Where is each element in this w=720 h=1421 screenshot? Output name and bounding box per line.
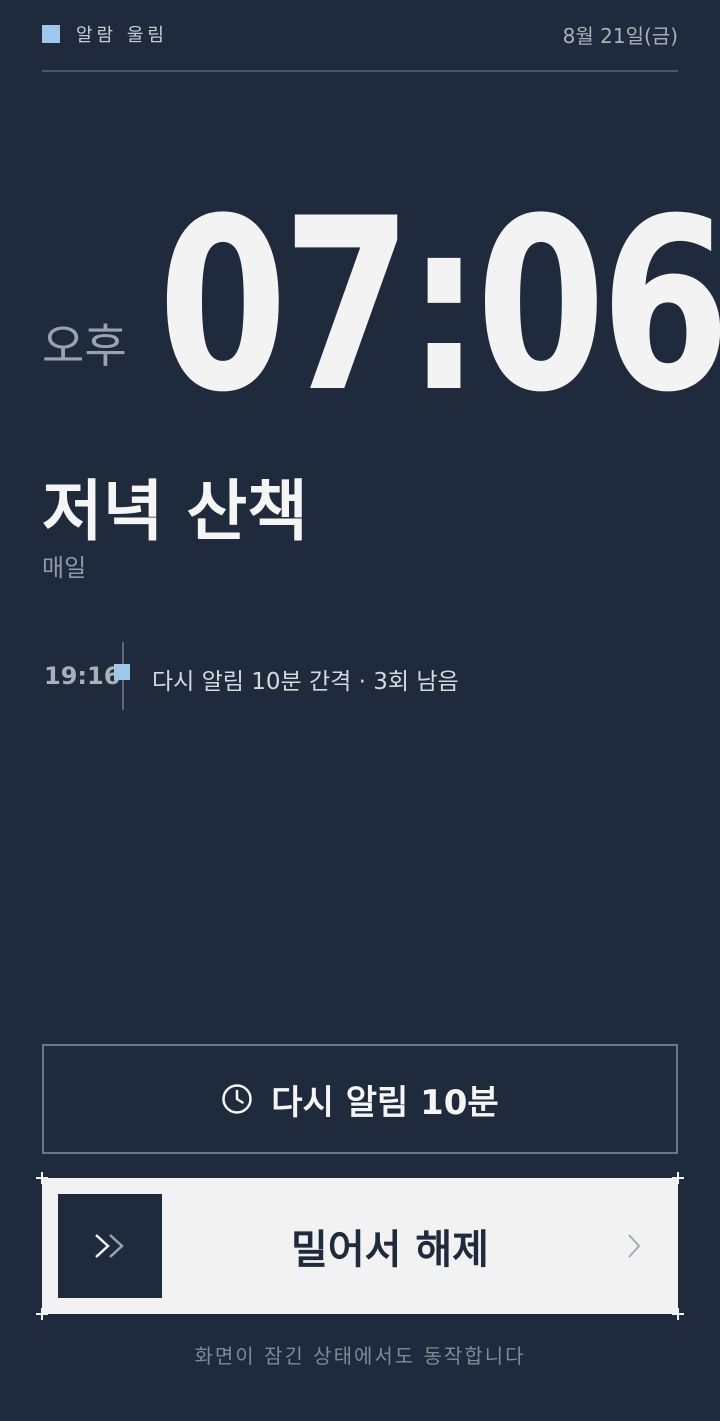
corner-mark bbox=[672, 1308, 684, 1320]
clock-icon bbox=[222, 1084, 253, 1114]
alarm-repeat: 매일 bbox=[42, 554, 87, 582]
alarm-title: 저녁 산책 bbox=[42, 473, 308, 550]
snooze-button[interactable]: 다시 알림 10분 bbox=[42, 1044, 678, 1154]
snooze-info: 19:16 다시 알림 10분 간격 · 3회 남음 bbox=[42, 642, 682, 710]
status-left: 알람 울림 bbox=[42, 21, 168, 47]
header-divider bbox=[42, 70, 678, 72]
status-bar: 알람 울림 8월 21일(금) bbox=[42, 20, 678, 48]
corner-mark bbox=[36, 1172, 48, 1184]
slide-label: 밀어서 해제 bbox=[291, 1227, 489, 1273]
slide-to-dismiss[interactable]: 밀어서 해제 bbox=[36, 1172, 684, 1320]
snooze-info-text: 다시 알림 10분 간격 · 3회 남음 bbox=[152, 669, 459, 695]
footer-note: 화면이 잠긴 상태에서도 동작합니다 bbox=[194, 1344, 526, 1368]
status-date: 8월 21일(금) bbox=[562, 23, 678, 48]
snooze-time: 19:16 bbox=[44, 662, 121, 690]
snooze-button-label: 다시 알림 10분 bbox=[271, 1082, 499, 1123]
slide-handle[interactable] bbox=[58, 1194, 162, 1298]
status-label: 알람 울림 bbox=[76, 25, 168, 46]
chevron-right-icon bbox=[628, 1234, 641, 1258]
timeline-marker bbox=[114, 664, 130, 680]
ampm-label: 오후 bbox=[42, 319, 127, 373]
clock-time: 07:06 bbox=[158, 168, 720, 445]
corner-mark bbox=[672, 1172, 684, 1184]
double-chevron-right-icon bbox=[95, 1234, 124, 1258]
corner-mark bbox=[36, 1308, 48, 1320]
alarm-indicator-square bbox=[42, 25, 60, 43]
clock-display: 오후 07:06 bbox=[42, 188, 720, 440]
